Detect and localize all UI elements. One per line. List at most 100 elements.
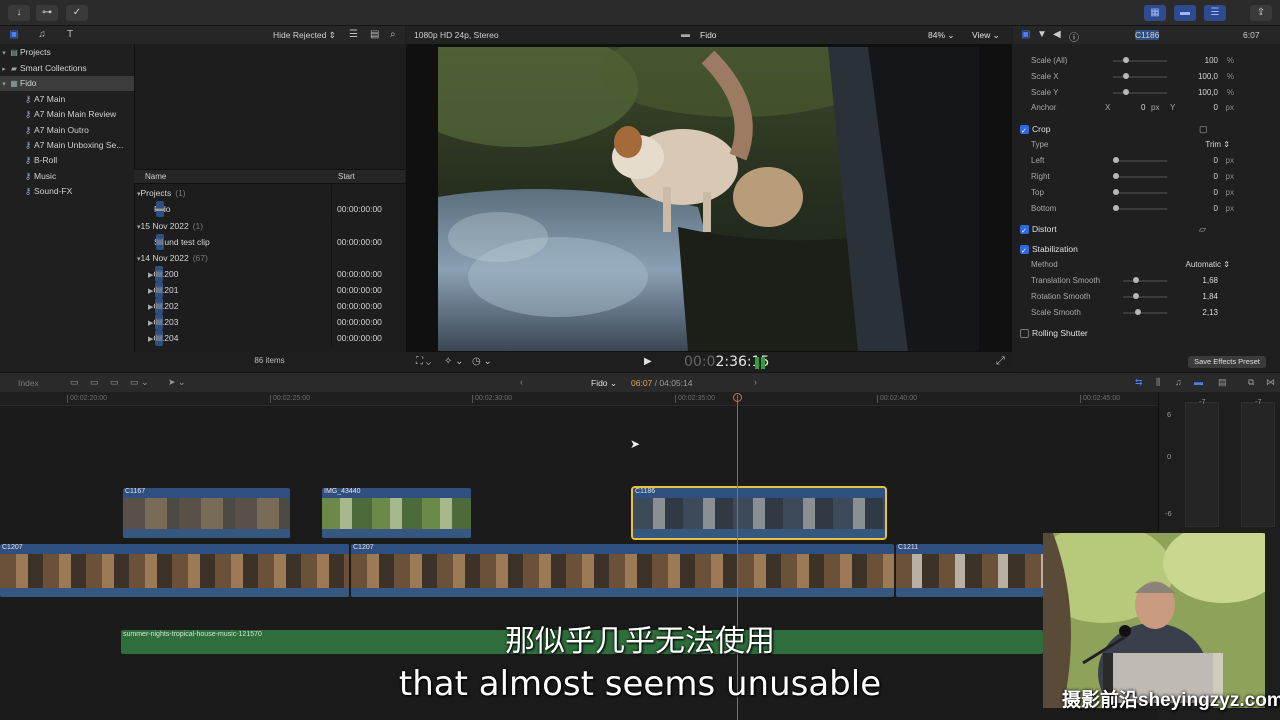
column-name[interactable]: Name — [145, 172, 166, 181]
audio-inspector-icon[interactable]: ◀ — [1053, 29, 1061, 40]
rolling-shutter-checkbox[interactable] — [1020, 329, 1029, 338]
sidebar-item-fido[interactable]: ▾ ▦ Fido — [0, 76, 134, 91]
skimming-icon[interactable]: ⇆ — [1135, 377, 1143, 388]
timeline-project-dropdown[interactable]: Fido ⌄ — [591, 378, 617, 389]
play-icon[interactable]: ▶ — [644, 356, 652, 367]
sidebar-item-b-roll[interactable]: ⚷ B-Roll — [0, 153, 134, 168]
browser-group-row[interactable]: ▾15 Nov 2022 (1) — [134, 218, 405, 234]
sidebar-item-a7-main-review[interactable]: ⚷ A7 Main Main Review — [0, 107, 134, 122]
slider[interactable] — [1113, 89, 1167, 95]
overwrite-icon[interactable]: ▭ ⌄ — [130, 377, 149, 388]
connected-clip[interactable]: C1167 — [123, 488, 290, 538]
crop-type-dropdown[interactable]: Trim ⇕ — [1205, 137, 1230, 153]
anchor-y-value[interactable]: 0 — [1214, 100, 1218, 116]
color-inspector-icon[interactable]: ▼ — [1037, 29, 1047, 40]
save-effects-preset-button[interactable]: Save Effects Preset — [1188, 356, 1266, 368]
slider[interactable] — [1113, 205, 1167, 211]
sidebar-item-projects[interactable]: ▾ ▤ Projects — [0, 45, 134, 60]
row-value[interactable]: 1,84 — [1202, 289, 1218, 305]
playhead-handle[interactable] — [733, 393, 742, 402]
browser-row[interactable]: ▶ ▤ C1203 00:00:00:00 — [134, 314, 405, 330]
clip-appearance-icon[interactable]: ▤ — [1218, 377, 1227, 388]
solo-icon[interactable]: ▬ — [1194, 377, 1203, 387]
headphones-icon[interactable]: ♫ — [1175, 377, 1182, 387]
zoom-dropdown[interactable]: 84% ⌄ — [928, 30, 955, 41]
inspector-toggle-icon[interactable]: ☰ — [1204, 5, 1226, 21]
index-button[interactable]: Index — [18, 378, 39, 388]
sidebar-item-a7-main[interactable]: ⚷ A7 Main — [0, 92, 134, 107]
selected-connected-clip[interactable]: C1186 — [631, 486, 887, 540]
anchor-x-value[interactable]: 0 — [1141, 100, 1145, 116]
slider[interactable] — [1113, 157, 1167, 163]
disclosure-icon[interactable]: ▸ — [0, 62, 8, 76]
column-start[interactable]: Start — [338, 172, 355, 181]
hide-rejected-dropdown[interactable]: Hide Rejected ⇕ — [273, 30, 336, 41]
fullscreen-icon[interactable]: ⤢ — [996, 355, 1005, 368]
transform-icon[interactable]: ⛶ ⌄ — [416, 356, 431, 367]
view-dropdown[interactable]: View ⌄ — [972, 30, 1000, 41]
background-tasks-icon[interactable]: ✓ — [66, 5, 88, 21]
browser-group-row[interactable]: ▾14 Nov 2022 (67) — [134, 250, 405, 266]
browser-row[interactable]: ▶ ▤ C1204 00:00:00:00 — [134, 330, 405, 346]
row-value[interactable]: 0 — [1214, 153, 1218, 169]
clip-appearance-icon[interactable]: ☰ — [349, 29, 358, 40]
row-value[interactable]: 1,68 — [1202, 273, 1218, 289]
sidebar-item-a7-main-outro[interactable]: ⚷ A7 Main Outro — [0, 123, 134, 138]
browser-row[interactable]: ▬Fido00:00:00:00 — [134, 201, 405, 217]
browser-row[interactable]: ▶ ▤ C1202 00:00:00:00 — [134, 298, 405, 314]
crop-onscreen-icon[interactable]: ▢ — [1199, 120, 1208, 138]
video-inspector-icon[interactable]: ▣ — [1021, 29, 1030, 40]
row-value[interactable]: 100 — [1205, 53, 1218, 69]
browser-row[interactable]: ▶ ▤ C1201 00:00:00:00 — [134, 282, 405, 298]
slider-knob[interactable] — [1133, 293, 1139, 299]
browser-group-row[interactable]: ▾Projects (1) — [134, 185, 405, 201]
browser-row[interactable]: ▤ Sound test clip 00:00:00:00 — [134, 234, 405, 250]
slider-knob[interactable] — [1133, 277, 1139, 283]
effects-browser-icon[interactable]: ⧉ — [1248, 377, 1254, 388]
slider-knob[interactable] — [1113, 205, 1119, 211]
slider-knob[interactable] — [1123, 57, 1129, 63]
append-icon[interactable]: ▭ — [110, 377, 119, 388]
connect-icon[interactable]: ▭ — [70, 377, 79, 388]
primary-clip[interactable]: C1207 — [351, 544, 894, 597]
sidebar-item-sound-fx[interactable]: ⚷ Sound-FX — [0, 184, 134, 199]
forward-icon[interactable]: › — [754, 377, 757, 387]
connected-clip[interactable]: IMG_43440 — [322, 488, 471, 538]
libraries-icon[interactable]: ▣ — [7, 29, 21, 41]
search-icon[interactable]: ⌕ — [390, 29, 396, 40]
keyword-icon[interactable]: ⊶ — [36, 5, 58, 21]
insert-icon[interactable]: ▭ — [90, 377, 99, 388]
row-value[interactable]: 100,0 — [1198, 85, 1218, 101]
slider[interactable] — [1123, 293, 1167, 299]
slider[interactable] — [1113, 73, 1167, 79]
titles-generators-icon[interactable]: T — [63, 29, 77, 41]
row-value[interactable]: 0 — [1214, 201, 1218, 217]
timeline-toggle-icon[interactable]: ▬ — [1174, 5, 1196, 21]
row-value[interactable]: 2,13 — [1202, 305, 1218, 321]
browser-toggle-icon[interactable]: ▦ — [1144, 5, 1166, 21]
method-dropdown[interactable]: Automatic ⇕ — [1185, 257, 1230, 273]
slider[interactable] — [1113, 173, 1167, 179]
audio-skimming-icon[interactable]: ⫼ — [1156, 377, 1160, 388]
slider[interactable] — [1123, 277, 1167, 283]
slider[interactable] — [1113, 57, 1167, 63]
slider-knob[interactable] — [1113, 157, 1119, 163]
select-tool-icon[interactable]: ➤ ⌄ — [168, 377, 186, 388]
row-value[interactable]: 100,0 — [1198, 69, 1218, 85]
enhance-icon[interactable]: ✧ ⌄ — [444, 356, 464, 367]
disclosure-icon[interactable]: ▾ — [0, 77, 8, 91]
timeline-ruler[interactable]: 00:02:20:00 00:02:25:00 00:02:30:00 00:0… — [0, 392, 1158, 406]
photos-audio-icon[interactable]: ♫ — [35, 29, 49, 41]
primary-clip[interactable]: C1207 — [0, 544, 349, 597]
share-icon[interactable]: ⇪ — [1250, 5, 1272, 21]
slider-knob[interactable] — [1113, 189, 1119, 195]
speed-icon[interactable]: ◷ ⌄ — [472, 356, 492, 367]
disclosure-icon[interactable]: ▾ — [0, 46, 8, 60]
slider-knob[interactable] — [1123, 73, 1129, 79]
video-frame[interactable] — [438, 47, 979, 351]
slider[interactable] — [1113, 189, 1167, 195]
slider[interactable] — [1123, 309, 1167, 315]
sidebar-item-a7-main-unboxing[interactable]: ⚷ A7 Main Unboxing Se... — [0, 138, 134, 153]
primary-clip[interactable]: C1211 — [896, 544, 1043, 597]
row-value[interactable]: 0 — [1214, 169, 1218, 185]
